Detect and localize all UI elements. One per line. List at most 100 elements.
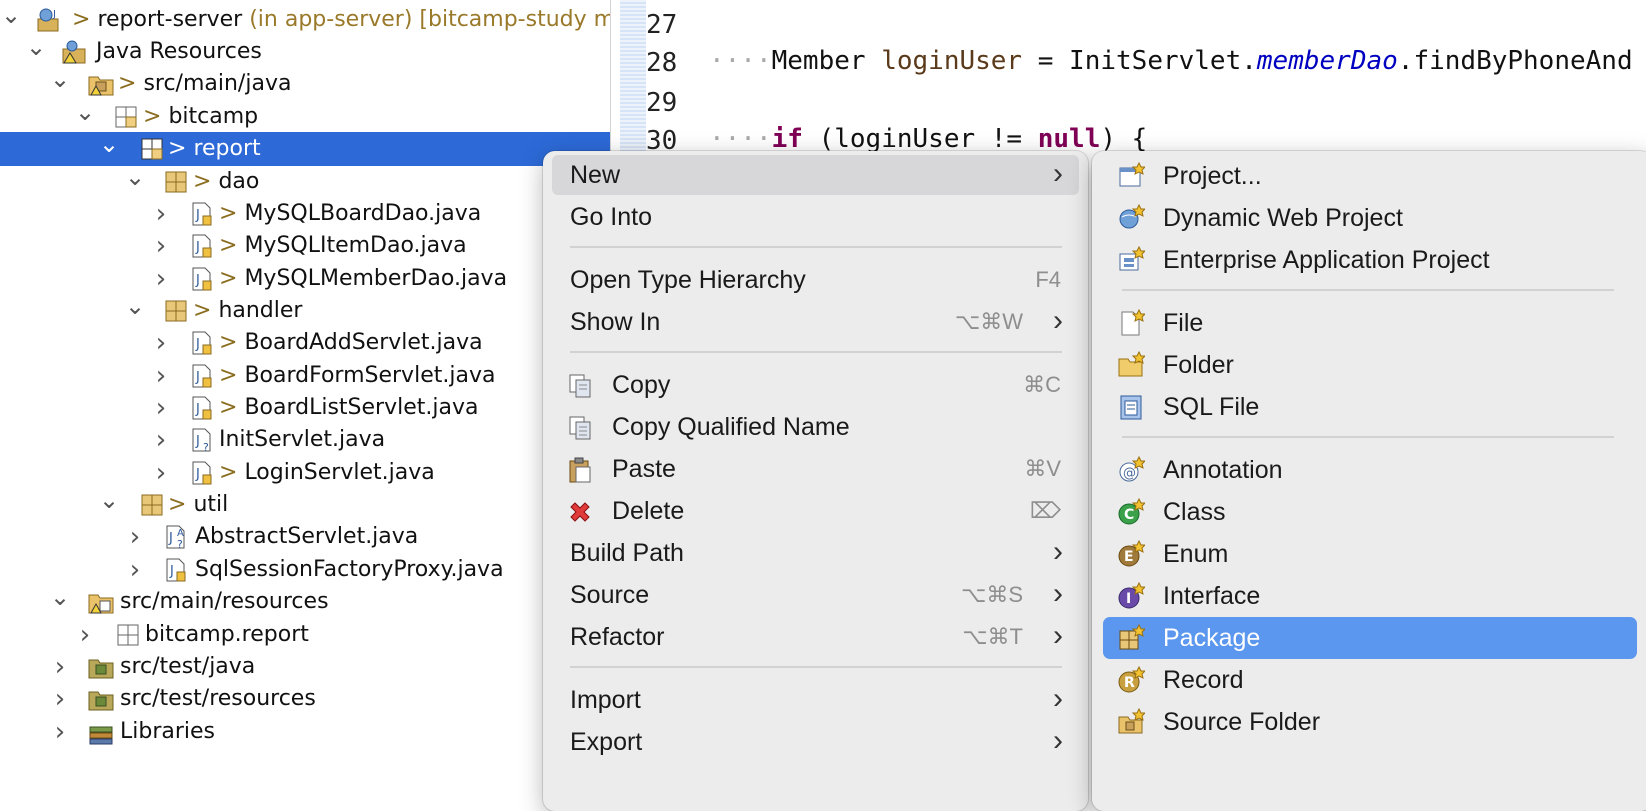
chevron-down-icon[interactable] xyxy=(98,132,120,169)
submenu-item-label: Source Folder xyxy=(1163,708,1321,736)
tree-label: util xyxy=(193,492,229,517)
tree-item-boardaddservlet[interactable]: J > BoardAddServlet.java xyxy=(0,326,610,360)
submenu-item-record[interactable]: R Record xyxy=(1103,659,1637,701)
submenu-item-annotation[interactable]: @ Annotation xyxy=(1103,449,1637,491)
dynamic-web-project-icon xyxy=(1119,204,1145,229)
paste-icon xyxy=(569,457,591,483)
svg-text:J: J xyxy=(195,208,200,223)
tree-item-abstractservlet[interactable]: J A ? AbstractServlet.java xyxy=(0,520,610,554)
submenu-item-enterprise-application-project[interactable]: Enterprise Application Project xyxy=(1103,239,1637,281)
submenu-item-source-folder[interactable]: Source Folder xyxy=(1103,701,1637,743)
menu-item-show-in[interactable]: Show In ⌥⌘W › xyxy=(552,302,1079,342)
tree-item-boardformservlet[interactable]: J > BoardFormServlet.java xyxy=(0,359,610,393)
chevron-right-icon[interactable] xyxy=(150,326,172,363)
menu-separator xyxy=(1122,436,1614,438)
tree-label: BoardAddServlet.java xyxy=(244,330,483,355)
menu-item-label: Show In xyxy=(570,308,661,336)
dirty-marker: > xyxy=(168,492,194,517)
tree-item-handler[interactable]: > handler xyxy=(0,294,610,328)
java-file-icon: J xyxy=(192,364,212,388)
svg-text:J: J xyxy=(195,273,200,288)
submenu-item-label: Annotation xyxy=(1163,456,1283,484)
tree-item-src-main-java[interactable]: > src/main/java xyxy=(0,67,610,101)
svg-text:?: ? xyxy=(177,538,183,550)
chevron-right-icon[interactable] xyxy=(49,682,71,719)
code-line[interactable]: ····if (loginUser != null) { xyxy=(709,124,1147,154)
tree-item-sqlsessionfactoryproxy[interactable]: J SqlSessionFactoryProxy.java xyxy=(0,553,610,587)
chevron-right-icon: › xyxy=(1053,724,1063,757)
chevron-right-icon[interactable] xyxy=(150,423,172,460)
tree-item-src-test-resources[interactable]: src/test/resources xyxy=(0,682,610,716)
tree-item-bitcamp[interactable]: > bitcamp xyxy=(0,100,610,134)
menu-item-delete[interactable]: Delete ⌦ xyxy=(552,491,1079,531)
chevron-down-icon[interactable] xyxy=(49,67,71,104)
chevron-right-icon[interactable] xyxy=(124,520,146,557)
tree-item-src-main-resources[interactable]: src/main/resources xyxy=(0,585,610,619)
tree-item-mysqlboarddao[interactable]: J > MySQLBoardDao.java xyxy=(0,197,610,231)
submenu-item-interface[interactable]: I Interface xyxy=(1103,575,1637,617)
menu-item-label: Import xyxy=(570,686,641,714)
tree-item-src-test-java[interactable]: src/test/java xyxy=(0,650,610,684)
menu-item-export[interactable]: Export › xyxy=(552,722,1079,762)
submenu-item-dynamic-web-project[interactable]: Dynamic Web Project xyxy=(1103,197,1637,239)
shortcut-label: ⌦ xyxy=(1029,498,1061,523)
code-token: (loginUser != xyxy=(802,124,1038,154)
chevron-right-icon[interactable] xyxy=(150,229,172,266)
submenu-item-label: Package xyxy=(1163,624,1261,652)
tree-item-util[interactable]: > util xyxy=(0,488,610,522)
svg-text:J: J xyxy=(195,370,200,385)
tree-item-report[interactable]: > report xyxy=(0,132,610,166)
tree-item-bitcamp-report[interactable]: bitcamp.report xyxy=(0,618,610,652)
whitespace-dots: ···· xyxy=(709,46,772,76)
tree-item-libraries[interactable]: Libraries xyxy=(0,715,610,749)
menu-item-label: New xyxy=(570,161,621,189)
submenu-item-enum[interactable]: E Enum xyxy=(1103,533,1637,575)
menu-item-label: Build Path xyxy=(570,539,684,567)
menu-item-open-type-hierarchy[interactable]: Open Type Hierarchy F4 xyxy=(552,260,1079,300)
tree-label: BoardListServlet.java xyxy=(244,395,479,420)
tree-item-dao[interactable]: > dao xyxy=(0,165,610,199)
menu-item-import[interactable]: Import › xyxy=(552,680,1079,720)
tree-item-loginservlet[interactable]: J > LoginServlet.java xyxy=(0,456,610,490)
tree-item-java-resources[interactable]: Java Resources xyxy=(0,35,610,69)
code-line[interactable]: ····Member loginUser = InitServlet.membe… xyxy=(709,46,1633,76)
class-icon: C xyxy=(1118,498,1145,525)
menu-item-label: Refactor xyxy=(570,623,665,651)
tree-item-report-server[interactable]: J > report-server (in app-server) [bitca… xyxy=(0,3,610,37)
menu-item-source[interactable]: Source ⌥⌘S › xyxy=(552,575,1079,615)
code-keyword: if xyxy=(771,124,803,154)
menu-item-refactor[interactable]: Refactor ⌥⌘T › xyxy=(552,617,1079,657)
submenu-item-folder[interactable]: Folder xyxy=(1103,344,1637,386)
menu-item-copy[interactable]: Copy ⌘C xyxy=(552,365,1079,405)
tree-label: bitcamp xyxy=(168,104,259,129)
submenu-item-project[interactable]: Project... xyxy=(1103,155,1637,197)
menu-separator xyxy=(570,666,1062,668)
tree-item-mysqlmemberdao[interactable]: J > MySQLMemberDao.java xyxy=(0,262,610,296)
chevron-right-icon[interactable] xyxy=(49,715,71,752)
menu-item-go-into[interactable]: Go Into xyxy=(552,197,1079,237)
tree-label: src/test/resources xyxy=(120,686,316,711)
tree-item-initservlet[interactable]: J ? InitServlet.java xyxy=(0,423,610,457)
submenu-item-sql-file[interactable]: SQL File xyxy=(1103,386,1637,428)
menu-item-build-path[interactable]: Build Path › xyxy=(552,533,1079,573)
tree-item-mysqlitemdao[interactable]: J > MySQLItemDao.java xyxy=(0,229,610,263)
menu-item-label: Paste xyxy=(612,455,676,483)
menu-item-paste[interactable]: Paste ⌘V xyxy=(552,449,1079,489)
menu-item-new[interactable]: New › xyxy=(552,155,1079,195)
tree-item-boardlistservlet[interactable]: J > BoardListServlet.java xyxy=(0,391,610,425)
dirty-marker: > xyxy=(118,71,144,96)
dirty-marker: > xyxy=(168,136,194,161)
svg-text:J: J xyxy=(195,402,200,417)
tree-label: SqlSessionFactoryProxy.java xyxy=(195,557,504,582)
submenu-item-package[interactable]: Package xyxy=(1103,617,1637,659)
svg-text:J: J xyxy=(195,240,200,255)
submenu-item-class[interactable]: C Class xyxy=(1103,491,1637,533)
chevron-right-icon: › xyxy=(1053,682,1063,715)
menu-item-copy-qualified-name[interactable]: Copy Qualified Name xyxy=(552,407,1079,447)
svg-text:J: J xyxy=(52,9,56,20)
line-number: 28 xyxy=(646,48,678,78)
chevron-down-icon[interactable] xyxy=(49,585,71,622)
submenu-item-file[interactable]: File xyxy=(1103,302,1637,344)
copy-icon xyxy=(569,374,591,398)
chevron-right-icon: › xyxy=(1053,619,1063,652)
